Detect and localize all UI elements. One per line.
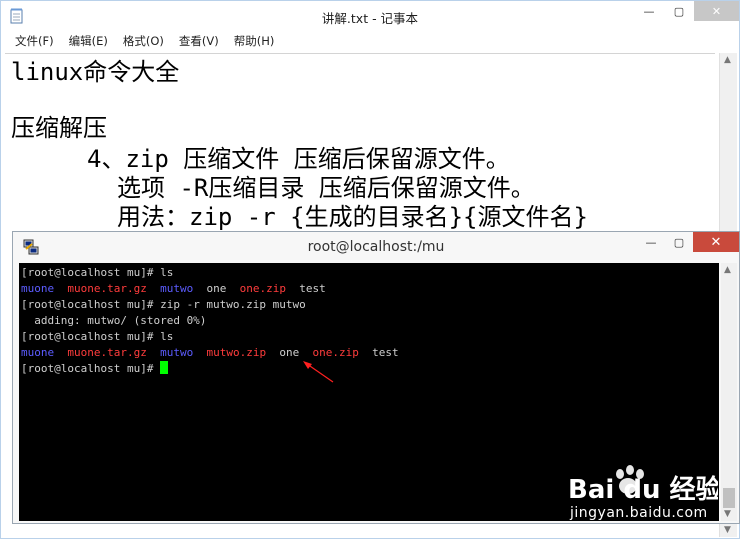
close-button[interactable]: ✕ [694,1,739,21]
maximize-icon: ▢ [673,235,685,249]
scroll-down-icon[interactable]: ▼ [724,509,731,519]
terminal-title-bar[interactable]: root@localhost:/mu — ▢ ✕ [13,232,739,263]
terminal-line-3: [root@localhost mu]# zip -r mutwo.zip mu… [21,298,306,311]
terminal-close-button[interactable]: ✕ [693,232,739,252]
ls-item: muone.tar.gz [67,346,147,359]
scroll-down-icon[interactable]: ▼ [724,525,731,535]
text-line-4: 选项 -R压缩目录 压缩后保留源文件。 [117,174,535,202]
scroll-up-icon[interactable]: ▲ [724,55,731,65]
text-line-2: 压缩解压 [11,114,107,142]
terminal-line-4: adding: mutwo/ (stored 0%) [21,314,207,327]
terminal-title: root@localhost:/mu [307,239,445,255]
notepad-title: 讲解.txt - 记事本 [321,11,419,26]
terminal-line-7: [root@localhost mu]# [21,361,169,377]
terminal-vertical-scrollbar[interactable]: ▲ ▼ [721,263,737,521]
terminal-cursor [160,361,169,374]
ls-item: muone [21,282,55,295]
menu-view[interactable]: 查看(V) [169,32,224,51]
ls-item: one [279,346,300,359]
ls-item: muone.tar.gz [67,282,147,295]
terminal-line-2: muone muone.tar.gz mutwo one one.zip tes… [21,281,326,297]
scroll-up-icon[interactable]: ▲ [724,265,731,275]
annotation-arrow-icon [303,361,334,383]
watermark-brand: Bai du 经验 [568,474,718,505]
terminal-line-6: muone muone.tar.gz mutwo mutwo.zip one o… [21,345,399,361]
ls-item: mutwo [160,346,194,359]
menu-format[interactable]: 格式(O) [113,32,169,51]
close-icon: ✕ [710,234,722,250]
minimize-icon: — [643,4,655,18]
notepad-title-bar[interactable]: 讲解.txt - 记事本 — ▢ ✕ [1,1,739,31]
ls-item: test [299,282,326,295]
ls-item-highlighted: mutwo.zip [206,346,267,359]
menu-edit[interactable]: 编辑(E) [59,32,113,51]
scroll-thumb[interactable] [723,488,735,508]
ls-item: test [372,346,399,359]
maximize-icon: ▢ [673,4,685,18]
notepad-menu-bar: 文件(F) 编辑(E) 格式(O) 查看(V) 帮助(H) [1,32,739,51]
terminal-line-5: [root@localhost mu]# ls [21,330,174,343]
text-line-5: 用法：zip -r {生成的目录名}{源文件名} [117,203,588,231]
ls-item: one [206,282,227,295]
menu-help[interactable]: 帮助(H) [224,32,280,51]
text-line-3: 4、zip 压缩文件 压缩后保留源文件。 [87,145,510,173]
menu-file[interactable]: 文件(F) [1,32,59,51]
terminal-minimize-button[interactable]: — [637,232,665,252]
maximize-button[interactable]: ▢ [664,1,694,21]
terminal-line-1: [root@localhost mu]# ls [21,266,174,279]
text-line-1: linux命令大全 [11,58,180,86]
terminal-maximize-button[interactable]: ▢ [665,232,693,252]
minimize-button[interactable]: — [634,1,664,21]
minimize-icon: — [645,235,657,249]
watermark-url: jingyan.baidu.com [570,505,708,521]
ls-item: one.zip [239,282,286,295]
ls-item: muone [21,346,55,359]
close-icon: ✕ [711,4,722,18]
ls-item: mutwo [160,282,194,295]
